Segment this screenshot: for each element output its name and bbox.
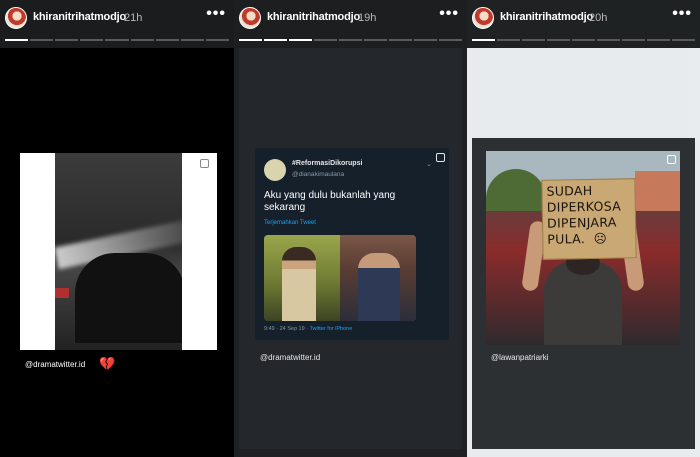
copy-icon — [200, 159, 209, 168]
protest-photo: SUDAH DIPERKOSA DIPENJARA PULA. ☹ — [486, 151, 680, 345]
tweet-name: #ReformasiDikorupsi — [292, 160, 363, 167]
story-header: khiranitrihatmodjo 21h ••• — [0, 0, 234, 48]
tweet-meta: 9:49 · 24 Sep 19 · Twitter for iPhone — [264, 326, 352, 332]
tweet-handle: @dianakimaulana — [292, 171, 345, 178]
story-content: SUDAH DIPERKOSA DIPENJARA PULA. ☹ @lawan… — [472, 48, 695, 449]
story-content: #ReformasiDikorupsi @dianakimaulana ⌄ Ak… — [239, 48, 462, 449]
more-dots-icon[interactable]: ••• — [439, 6, 459, 22]
progress-bar — [472, 39, 695, 41]
tweet-timestamp: 9:49 · 24 Sep 19 · — [264, 326, 310, 332]
username[interactable]: khiranitrihatmodjo — [33, 11, 126, 23]
tweet-photo — [264, 235, 416, 321]
username[interactable]: khiranitrihatmodjo — [267, 11, 360, 23]
video-frame — [20, 153, 217, 350]
story-header: khiranitrihatmodjo 20h ••• — [467, 0, 700, 48]
translate-link: Terjemahkan Tweet — [264, 220, 316, 226]
chevron-down-icon: ⌄ — [426, 161, 432, 168]
tweet-card: #ReformasiDikorupsi @dianakimaulana ⌄ Ak… — [255, 148, 449, 340]
video-image — [55, 153, 182, 350]
protest-sign: SUDAH DIPERKOSA DIPENJARA PULA. ☹ — [541, 178, 637, 260]
story-time: 21h — [124, 12, 143, 24]
progress-bar — [239, 39, 462, 41]
more-dots-icon[interactable]: ••• — [672, 6, 692, 22]
story-panel-1[interactable]: khiranitrihatmodjo 21h ••• @dramatwitter… — [0, 0, 234, 457]
tweet-text: Aku yang dulu bukanlah yang sekarang — [264, 190, 396, 213]
copy-icon — [436, 153, 445, 162]
progress-bar — [5, 39, 229, 41]
avatar[interactable] — [472, 7, 494, 29]
mention-tag[interactable]: @dramatwitter.id — [260, 353, 320, 362]
avatar[interactable] — [5, 7, 27, 29]
story-time: 20h — [589, 12, 608, 24]
mention-tag[interactable]: @dramatwitter.id — [25, 360, 85, 369]
broken-heart-icon: 💔 — [99, 356, 116, 371]
username[interactable]: khiranitrihatmodjo — [500, 11, 593, 23]
story-header: khiranitrihatmodjo 19h ••• — [234, 0, 467, 48]
story-time: 19h — [358, 12, 377, 24]
more-dots-icon[interactable]: ••• — [206, 6, 226, 22]
copy-icon — [667, 155, 676, 164]
story-panel-3[interactable]: khiranitrihatmodjo 20h ••• SUDAH DIPERKO… — [467, 0, 700, 457]
tweet-avatar — [264, 159, 286, 181]
tweet-source: Twitter for iPhone — [309, 326, 353, 332]
story-content: @dramatwitter.id 💔 — [5, 48, 229, 449]
mention-tag[interactable]: @lawanpatriarki — [491, 353, 548, 362]
story-panel-2[interactable]: khiranitrihatmodjo 19h ••• #ReformasiDik… — [234, 0, 467, 457]
avatar[interactable] — [239, 7, 261, 29]
